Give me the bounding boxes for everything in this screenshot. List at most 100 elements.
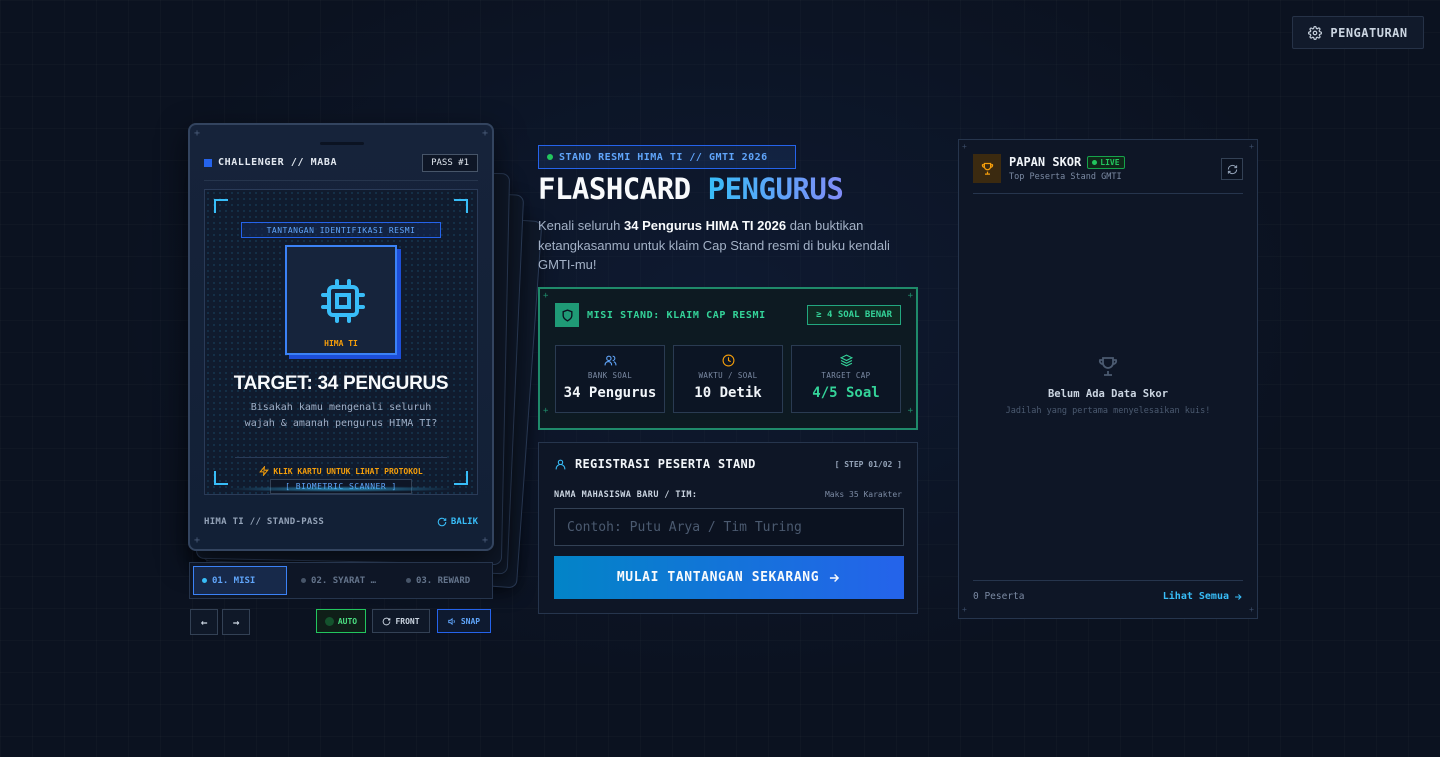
requirement-badge: ≥ 4 SOAL BENAR bbox=[807, 305, 901, 325]
arrow-right-icon bbox=[830, 573, 840, 582]
title-accent: PENGURUS bbox=[707, 172, 844, 206]
corner-mark: + bbox=[543, 291, 549, 301]
bracket-corner bbox=[454, 199, 468, 213]
registration-panel: REGISTRASI PESERTA STAND [ STEP 01/02 ] … bbox=[538, 442, 918, 614]
chip-label: HIMA TI bbox=[324, 339, 358, 348]
corner-mark: + bbox=[907, 291, 913, 301]
speaker-icon bbox=[448, 617, 455, 625]
page-description: Kenali seluruh 34 Pengurus HIMA TI 2026 … bbox=[538, 216, 898, 275]
mission-stats: BANK SOAL 34 Pengurus WAKTU / SOAL 10 De… bbox=[555, 345, 901, 413]
cpu-chip-icon bbox=[321, 279, 365, 323]
snap-label: SNAP bbox=[460, 616, 481, 626]
corner-mark: + bbox=[962, 142, 967, 151]
clock-icon bbox=[722, 354, 734, 367]
leaderboard-empty-state: Belum Ada Data Skor Jadilah yang pertama… bbox=[959, 354, 1257, 416]
trophy-icon bbox=[973, 154, 1001, 183]
arrow-left-icon: ← bbox=[200, 615, 208, 629]
snap-toggle[interactable]: SNAP bbox=[437, 609, 491, 633]
tab-dot bbox=[202, 578, 207, 583]
mission-panel: + + + + MISI STAND: KLAIM CAP RESMI ≥ 4 … bbox=[538, 287, 918, 430]
participant-count: 0 Peserta bbox=[973, 591, 1025, 602]
status-dot-icon bbox=[324, 616, 334, 626]
flip-hint-label: KLIK KARTU UNTUK LIHAT PROTOKOL bbox=[273, 466, 423, 476]
corner-mark: + bbox=[481, 128, 488, 139]
page-title: FLASHCARD PENGURUS bbox=[538, 172, 844, 206]
leaderboard-title: PAPAN SKOR LIVE bbox=[1009, 155, 1125, 169]
front-button[interactable]: FRONT bbox=[372, 609, 430, 633]
pass-badge: PASS #1 bbox=[422, 153, 478, 172]
name-field-label: NAMA MAHASISWA BARU / TIM: bbox=[554, 490, 698, 500]
tab-label: 02. SYARAT … bbox=[311, 575, 377, 586]
scan-panel: TANTANGAN IDENTIFIKASI RESMI HIMA TI TAR… bbox=[204, 189, 478, 495]
user-icon bbox=[555, 459, 566, 469]
card-header: CHALLENGER // MABA PASS #1 bbox=[204, 153, 478, 181]
settings-button[interactable]: PENGATURAN bbox=[1292, 16, 1424, 49]
corner-mark: + bbox=[481, 535, 488, 546]
flashcard[interactable]: + + + + CHALLENGER // MABA PASS #1 TANTA… bbox=[188, 123, 494, 551]
corner-mark: + bbox=[194, 535, 201, 546]
card-controls: ← → AUTO FRONT SNAP bbox=[190, 609, 492, 635]
flip-hint: KLIK KARTU UNTUK LIHAT PROTOKOL bbox=[205, 466, 477, 476]
shield-icon bbox=[555, 303, 579, 327]
leaderboard-footer: 0 Peserta Lihat Semua bbox=[973, 580, 1243, 602]
flip-card-button[interactable]: BALIK bbox=[437, 517, 478, 527]
leaderboard-subtitle: Top Peserta Stand GMTI bbox=[1009, 172, 1122, 182]
tab-misi[interactable]: 01. MISI bbox=[193, 566, 288, 595]
name-field-hint: Maks 35 Karakter bbox=[824, 490, 902, 499]
stat-waktu-soal: WAKTU / SOAL 10 Detik bbox=[673, 345, 783, 413]
arrow-right-icon: → bbox=[232, 615, 240, 629]
corner-mark: + bbox=[962, 605, 967, 614]
rotate-icon bbox=[383, 617, 391, 625]
stand-badge-label: STAND RESMI HIMA TI // GMTI 2026 bbox=[559, 151, 768, 163]
mission-title-label: MISI STAND: KLAIM CAP RESMI bbox=[587, 309, 766, 321]
name-input[interactable] bbox=[554, 508, 904, 546]
stat-target-cap: TARGET CAP 4/5 Soal bbox=[791, 345, 901, 413]
users-icon bbox=[604, 355, 616, 366]
gear-icon bbox=[1308, 25, 1323, 40]
prev-card-button[interactable]: ← bbox=[190, 609, 218, 635]
stat-label: BANK SOAL bbox=[587, 371, 633, 380]
registration-title-label: REGISTRASI PESERTA STAND bbox=[575, 457, 756, 471]
refresh-button[interactable] bbox=[1221, 158, 1243, 180]
see-all-link[interactable]: Lihat Semua bbox=[1163, 591, 1243, 602]
corner-mark: + bbox=[543, 406, 549, 416]
stat-value: 4/5 Soal bbox=[812, 385, 880, 401]
target-heading: TARGET: 34 PENGURUS bbox=[233, 373, 449, 394]
rotate-icon bbox=[437, 517, 447, 527]
tab-dot bbox=[405, 578, 411, 583]
arrow-right-icon bbox=[1235, 593, 1242, 600]
mission-title: MISI STAND: KLAIM CAP RESMI bbox=[555, 303, 766, 327]
corner-mark: + bbox=[907, 406, 913, 416]
stand-badge: STAND RESMI HIMA TI // GMTI 2026 bbox=[538, 145, 796, 169]
card-owner-label: CHALLENGER // MABA bbox=[218, 157, 338, 168]
live-label: LIVE bbox=[1100, 157, 1120, 167]
card-footer: HIMA TI // STAND-PASS BALIK bbox=[204, 517, 478, 527]
leaderboard-panel: + + + + PAPAN SKOR LIVE Top Peserta Stan… bbox=[958, 139, 1258, 619]
corner-mark: + bbox=[1249, 142, 1254, 151]
next-card-button[interactable]: → bbox=[222, 609, 250, 635]
start-challenge-button[interactable]: MULAI TANTANGAN SEKARANG bbox=[554, 556, 904, 599]
scan-title: TANTANGAN IDENTIFIKASI RESMI bbox=[241, 222, 441, 238]
desc-bold: 34 Pengurus HIMA TI 2026 bbox=[624, 218, 787, 233]
trophy-outline-icon bbox=[1098, 357, 1118, 376]
title-primary: FLASHCARD bbox=[538, 172, 691, 206]
tab-reward[interactable]: 03. REWARD bbox=[398, 566, 489, 595]
scan-glow bbox=[225, 486, 457, 492]
see-all-label: Lihat Semua bbox=[1162, 591, 1229, 602]
tab-syarat[interactable]: 02. SYARAT … bbox=[293, 566, 392, 595]
card-notch bbox=[320, 142, 364, 145]
stat-label: TARGET CAP bbox=[821, 371, 871, 380]
auto-toggle[interactable]: AUTO bbox=[316, 609, 366, 633]
live-dot-icon bbox=[1092, 159, 1098, 165]
registration-header: REGISTRASI PESERTA STAND [ STEP 01/02 ] bbox=[554, 457, 902, 471]
auto-label: AUTO bbox=[337, 616, 358, 626]
leaderboard-title-label: PAPAN SKOR bbox=[1009, 155, 1082, 169]
live-badge: LIVE bbox=[1087, 155, 1125, 169]
stat-label: WAKTU / SOAL bbox=[698, 371, 758, 380]
empty-title: Belum Ada Data Skor bbox=[1047, 388, 1169, 400]
tab-dot bbox=[301, 578, 307, 583]
field-label-row: NAMA MAHASISWA BARU / TIM: Maks 35 Karak… bbox=[554, 490, 902, 500]
settings-label: PENGATURAN bbox=[1330, 25, 1408, 40]
status-dot-icon bbox=[547, 154, 553, 160]
flip-card-label: BALIK bbox=[450, 517, 478, 527]
